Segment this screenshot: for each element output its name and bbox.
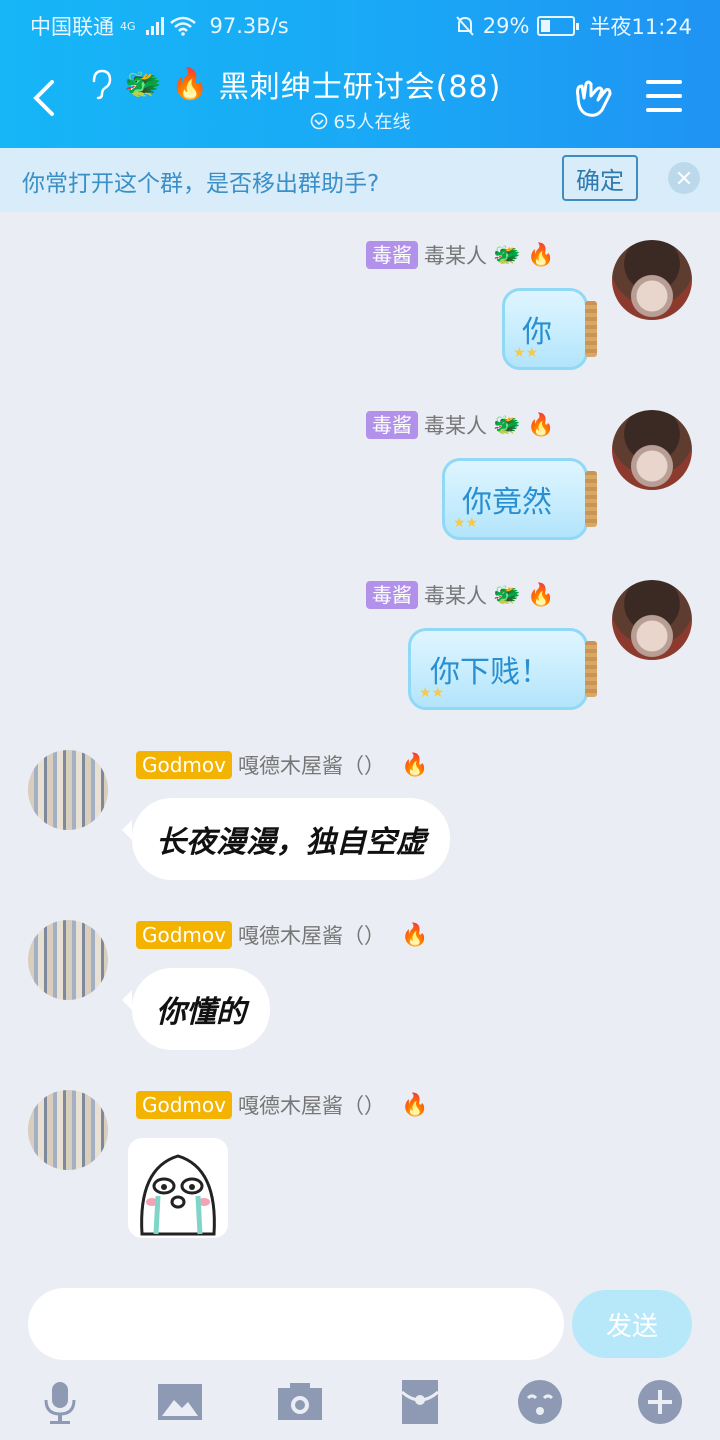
sender-name: 毒某人 [424, 244, 487, 268]
sender-badges: 🔥 [400, 922, 429, 948]
header-bar: 中国联通 4G 97.3B/s 29% 半夜11:24 🐲 🔥 黑刺绅士研讨会(… [0, 0, 720, 148]
dragon-badge-icon: 🐲 [124, 66, 162, 102]
battery-icon [537, 16, 580, 36]
message-text: 你懂的 [156, 995, 246, 1030]
menu-icon[interactable] [646, 80, 682, 114]
avatar[interactable] [28, 1090, 108, 1170]
avatar[interactable] [612, 410, 692, 490]
member-tag: 毒酱 [366, 411, 418, 439]
member-tag: Godmov [136, 921, 232, 949]
avatar[interactable] [612, 240, 692, 320]
sender-name: 毒某人 [424, 414, 487, 438]
stars-icon: ★★ [513, 345, 539, 361]
sticker-image[interactable] [128, 1138, 228, 1238]
image-icon[interactable] [156, 1378, 204, 1426]
sender-line: 毒酱 毒某人 🐲 🔥 [366, 410, 555, 440]
sender-line: 毒酱 毒某人 🐲 🔥 [366, 580, 555, 610]
message-bubble[interactable]: 长夜漫漫，独自空虚 [122, 798, 450, 880]
crying-face-icon [140, 1154, 216, 1236]
stars-icon: ★★ [453, 515, 479, 531]
member-tag: 毒酱 [366, 241, 418, 269]
message-bubble[interactable]: 你下贱！ ★★ [408, 628, 597, 710]
confirm-button[interactable]: 确定 [562, 155, 638, 201]
group-title: 黑刺绅士研讨会(88) [218, 70, 502, 105]
message-bubble[interactable]: 你懂的 [122, 968, 270, 1050]
member-tag: Godmov [136, 751, 232, 779]
battery-percent: 29% [482, 14, 530, 38]
message-bubble[interactable]: 你 ★★ [502, 288, 597, 370]
sender-badges: 🔥 [400, 752, 429, 778]
avatar[interactable] [612, 580, 692, 660]
sender-name: 嘎德木屋酱（） [237, 924, 385, 948]
net-speed: 97.3B/s [209, 14, 289, 38]
banner-text: 你常打开这个群，是否移出群助手? [22, 171, 380, 197]
composer-bar: 发送 [0, 1272, 720, 1440]
sender-badges: 🐲 🔥 [493, 412, 555, 438]
member-tag: Godmov [136, 1091, 232, 1119]
title-row[interactable]: 🐲 🔥 黑刺绅士研讨会(88) [88, 60, 501, 108]
mute-bell-icon [456, 16, 474, 36]
avatar[interactable] [28, 920, 108, 1000]
carrier-label: 中国联通 [30, 15, 114, 39]
gesture-hand-icon[interactable] [572, 76, 614, 120]
sender-line: Godmov 嘎德木屋酱（） 🔥 [136, 750, 428, 780]
sender-name: 毒某人 [424, 584, 487, 608]
plus-icon[interactable] [636, 1378, 684, 1426]
camera-icon[interactable] [276, 1378, 324, 1426]
send-button[interactable]: 发送 [572, 1290, 692, 1358]
cork-decoration [585, 471, 597, 527]
message-input[interactable] [28, 1288, 564, 1360]
avatar[interactable] [28, 750, 108, 830]
close-icon[interactable] [668, 162, 700, 194]
sender-name: 嘎德木屋酱（） [237, 754, 385, 778]
wifi-icon [169, 16, 196, 36]
stars-icon: ★★ [419, 685, 445, 701]
ear-icon [92, 69, 112, 100]
sender-badges: 🐲 🔥 [493, 582, 555, 608]
mic-icon[interactable] [36, 1378, 84, 1426]
sender-badges: 🐲 🔥 [493, 242, 555, 268]
message-text: 长夜漫漫，独自空虚 [156, 825, 426, 860]
sender-line: Godmov 嘎德木屋酱（） 🔥 [136, 920, 428, 950]
network-type: 4G [120, 19, 136, 33]
emoji-icon[interactable] [516, 1378, 564, 1426]
member-tag: 毒酱 [366, 581, 418, 609]
cork-decoration [585, 301, 597, 357]
sender-line: Godmov 嘎德木屋酱（） 🔥 [136, 1090, 428, 1120]
signal-icon [145, 17, 164, 35]
online-check-icon [310, 112, 327, 130]
sender-name: 嘎德木屋酱（） [237, 1094, 385, 1118]
online-text: 65人在线 [333, 112, 411, 133]
fire-badge-icon: 🔥 [171, 66, 209, 102]
message-text: 你下贱！ [430, 655, 550, 690]
sender-badges: 🔥 [400, 1092, 429, 1118]
cork-decoration [585, 641, 597, 697]
redpacket-icon[interactable] [396, 1378, 444, 1426]
assistant-banner: 你常打开这个群，是否移出群助手? 确定 [0, 148, 720, 212]
message-bubble[interactable]: 你竟然 ★★ [442, 458, 597, 540]
status-bar: 中国联通 4G 97.3B/s 29% 半夜11:24 [0, 0, 720, 50]
clock: 半夜11:24 [589, 15, 692, 39]
sender-line: 毒酱 毒某人 🐲 🔥 [366, 240, 555, 270]
